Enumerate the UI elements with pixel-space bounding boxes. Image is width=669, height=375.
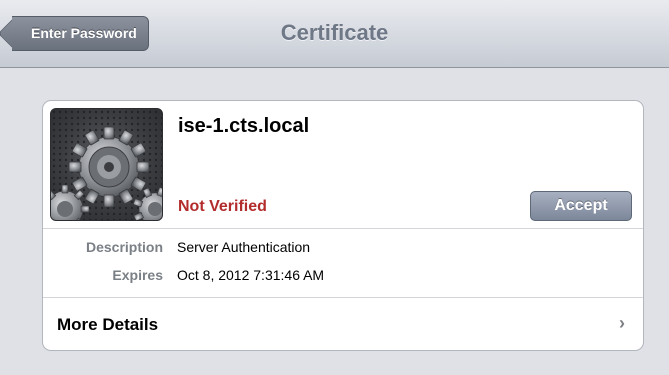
- divider: [43, 228, 643, 229]
- more-details-row[interactable]: More Details ›: [43, 298, 643, 350]
- back-button-enter-password[interactable]: Enter Password: [12, 16, 149, 51]
- accept-button[interactable]: Accept: [530, 191, 632, 221]
- expires-value: Oct 8, 2012 7:31:46 AM: [177, 267, 325, 283]
- certificate-name: ise-1.cts.local: [178, 115, 310, 137]
- navigation-bar: Enter Password Certificate: [0, 0, 669, 68]
- more-details-label: More Details: [57, 315, 159, 334]
- certificate-card: ise-1.cts.local Not Verified Accept Desc…: [42, 100, 644, 351]
- gears-icon: [50, 108, 163, 221]
- description-label: Description: [85, 239, 163, 255]
- chevron-right-icon: ›: [619, 313, 625, 333]
- expires-label: Expires: [112, 267, 163, 283]
- verification-status: Not Verified: [178, 198, 267, 215]
- description-value: Server Authentication: [177, 239, 311, 255]
